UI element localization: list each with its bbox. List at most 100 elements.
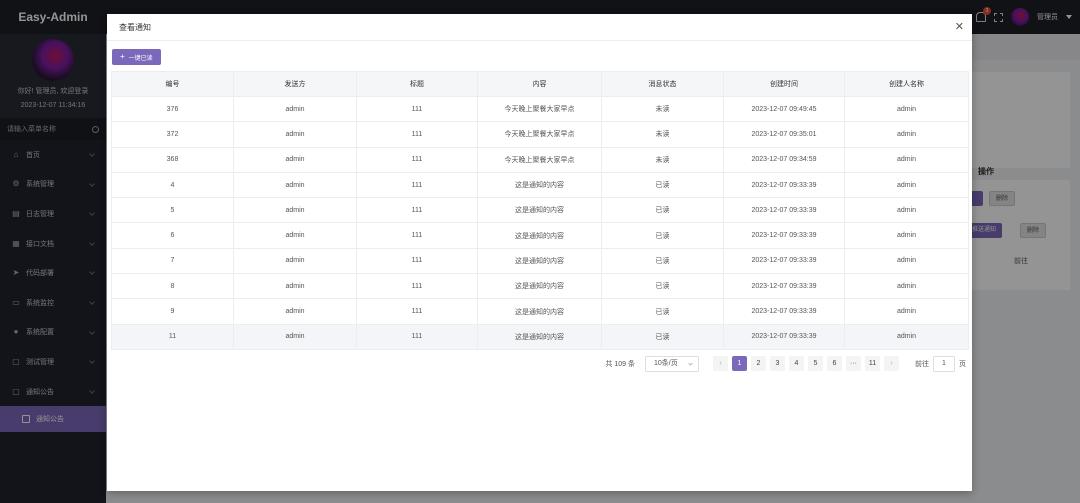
page-button[interactable]: 3 xyxy=(770,356,785,372)
table-row[interactable]: 6 admin 111 这是通知的内容 已读 2023-12-07 09:33:39 adm… xyxy=(111,222,969,249)
table-cell-creator: admin xyxy=(844,172,969,199)
page-button[interactable]: 6 xyxy=(827,356,842,372)
column-header: 创建人名称 xyxy=(844,71,969,97)
table-cell-title: 111 xyxy=(356,298,478,325)
table-cell-sender: admin xyxy=(233,222,357,249)
table-cell-sender: admin xyxy=(233,147,357,173)
table-row[interactable]: 376 admin 111 今天晚上聚餐大家早点 未读 2023-12-07 09:49:… xyxy=(111,96,969,123)
notice-table: 编号 发送方 标题 内容 消息状态 创建时间 创建人名称 376 admin 111 今天晚上聚餐… xyxy=(111,71,969,350)
table-cell-content: 这是通知的内容 xyxy=(477,197,602,224)
table-cell-id: 6 xyxy=(111,222,234,249)
table-cell-id: 9 xyxy=(111,298,234,325)
column-header: 内容 xyxy=(477,71,602,97)
table-cell-status: 已读 xyxy=(601,172,724,199)
table-cell-id: 11 xyxy=(111,324,234,350)
table-body: 376 admin 111 今天晚上聚餐大家早点 未读 2023-12-07 09:49:… xyxy=(111,96,969,350)
table-row[interactable]: 7 admin 111 这是通知的内容 已读 2023-12-07 09:33:39 adm… xyxy=(111,248,969,275)
notice-modal: 查看通知 ✕ + 一键已读 编号 发送方 标题 内容 消息状态 创建时间 创建人名称 376… xyxy=(107,14,972,491)
table-cell-title: 111 xyxy=(356,147,478,173)
table-row[interactable]: 368 admin 111 今天晚上聚餐大家早点 未读 2023-12-07 09:34:… xyxy=(111,147,969,173)
page-size-select[interactable]: 10条/页 xyxy=(645,355,699,372)
table-cell-title: 111 xyxy=(356,121,478,148)
pagination-total: 共 109 条 xyxy=(605,360,635,368)
table-cell-sender: admin xyxy=(233,324,357,350)
table-cell-title: 111 xyxy=(356,172,478,199)
page-button[interactable]: 4 xyxy=(789,356,804,372)
modal-header: 查看通知 ✕ xyxy=(107,14,972,41)
column-header: 标题 xyxy=(356,71,478,97)
table-cell-status: 已读 xyxy=(601,197,724,224)
table-cell-sender: admin xyxy=(233,172,357,199)
table-row[interactable]: 372 admin 111 今天晚上聚餐大家早点 未读 2023-12-07 09:35:… xyxy=(111,121,969,148)
table-cell-status: 已读 xyxy=(601,222,724,249)
prev-page-button[interactable]: ‹ xyxy=(713,356,728,372)
table-cell-sender: admin xyxy=(233,197,357,224)
table-cell-id: 7 xyxy=(111,248,234,275)
table-cell-title: 111 xyxy=(356,197,478,224)
table-cell-id: 368 xyxy=(111,147,234,173)
table-cell-sender: admin xyxy=(233,96,357,123)
table-row[interactable]: 11 admin 111 这是通知的内容 已读 2023-12-07 09:33:39 ad… xyxy=(111,324,969,350)
table-cell-time: 2023-12-07 09:33:39 xyxy=(723,273,845,300)
table-cell-content: 这是通知的内容 xyxy=(477,298,602,325)
table-cell-time: 2023-12-07 09:33:39 xyxy=(723,197,845,224)
table-cell-status: 已读 xyxy=(601,298,724,325)
table-cell-creator: admin xyxy=(844,96,969,123)
table-cell-status: 未读 xyxy=(601,121,724,148)
page-button[interactable]: 11 xyxy=(865,356,880,372)
table-row[interactable]: 4 admin 111 这是通知的内容 已读 2023-12-07 09:33:39 adm… xyxy=(111,172,969,199)
table-cell-content: 今天晚上聚餐大家早点 xyxy=(477,96,602,123)
table-cell-content: 今天晚上聚餐大家早点 xyxy=(477,121,602,148)
table-cell-time: 2023-12-07 09:33:39 xyxy=(723,172,845,199)
table-cell-content: 这是通知的内容 xyxy=(477,172,602,199)
table-cell-content: 这是通知的内容 xyxy=(477,248,602,275)
page-button[interactable]: 1 xyxy=(732,356,747,372)
table-cell-creator: admin xyxy=(844,298,969,325)
column-header: 创建时间 xyxy=(723,71,845,97)
table-cell-time: 2023-12-07 09:33:39 xyxy=(723,298,845,325)
pagination: 共 109 条 10条/页 ‹ 1 2 3 4 5 6 ··· 11 › 前往 1 页 xyxy=(111,355,968,372)
table-cell-status: 未读 xyxy=(601,96,724,123)
table-cell-creator: admin xyxy=(844,147,969,173)
table-cell-title: 111 xyxy=(356,248,478,275)
plus-icon: + xyxy=(120,52,125,61)
table-cell-status: 未读 xyxy=(601,147,724,173)
page-button[interactable]: 5 xyxy=(808,356,823,372)
table-cell-time: 2023-12-07 09:33:39 xyxy=(723,248,845,275)
table-cell-creator: admin xyxy=(844,248,969,275)
table-cell-creator: admin xyxy=(844,121,969,148)
column-header: 发送方 xyxy=(233,71,357,97)
read-all-button[interactable]: + 一键已读 xyxy=(112,49,161,65)
table-cell-id: 8 xyxy=(111,273,234,300)
table-cell-status: 已读 xyxy=(601,324,724,350)
table-cell-content: 这是通知的内容 xyxy=(477,222,602,249)
page-size-value: 10条/页 xyxy=(654,359,678,367)
table-cell-creator: admin xyxy=(844,273,969,300)
goto-page-input[interactable]: 1 xyxy=(933,355,955,372)
next-page-button[interactable]: › xyxy=(884,356,899,372)
table-cell-time: 2023-12-07 09:34:59 xyxy=(723,147,845,173)
page-button[interactable]: 2 xyxy=(751,356,766,372)
table-cell-title: 111 xyxy=(356,324,478,350)
table-cell-content: 今天晚上聚餐大家早点 xyxy=(477,147,602,173)
table-cell-status: 已读 xyxy=(601,273,724,300)
table-cell-sender: admin xyxy=(233,248,357,275)
page-button[interactable]: ··· xyxy=(846,356,861,372)
table-cell-content: 这是通知的内容 xyxy=(477,273,602,300)
table-cell-title: 111 xyxy=(356,273,478,300)
table-cell-id: 376 xyxy=(111,96,234,123)
column-header: 消息状态 xyxy=(601,71,724,97)
goto-label: 前往 xyxy=(915,360,929,368)
table-cell-time: 2023-12-07 09:33:39 xyxy=(723,222,845,249)
table-row[interactable]: 5 admin 111 这是通知的内容 已读 2023-12-07 09:33:39 adm… xyxy=(111,197,969,224)
table-cell-status: 已读 xyxy=(601,248,724,275)
table-header-row: 编号 发送方 标题 内容 消息状态 创建时间 创建人名称 xyxy=(111,71,969,97)
close-icon[interactable]: ✕ xyxy=(955,20,964,34)
table-row[interactable]: 9 admin 111 这是通知的内容 已读 2023-12-07 09:33:39 adm… xyxy=(111,298,969,325)
table-cell-time: 2023-12-07 09:49:45 xyxy=(723,96,845,123)
table-row[interactable]: 8 admin 111 这是通知的内容 已读 2023-12-07 09:33:39 adm… xyxy=(111,273,969,300)
page-list: 1 2 3 4 5 6 ··· 11 xyxy=(732,356,880,372)
table-cell-time: 2023-12-07 09:33:39 xyxy=(723,324,845,350)
chevron-down-icon xyxy=(688,361,693,366)
column-header: 编号 xyxy=(111,71,234,97)
